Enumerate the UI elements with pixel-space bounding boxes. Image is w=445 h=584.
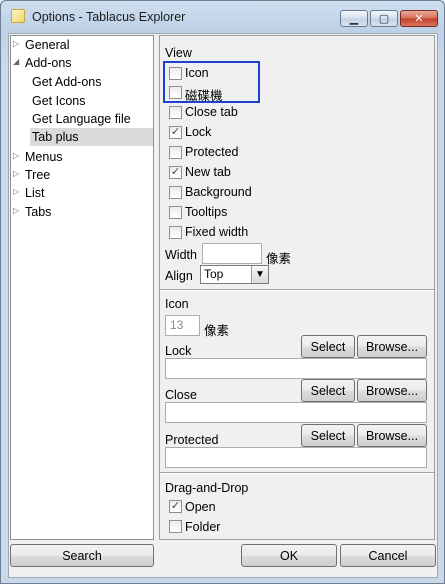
drag-drop-heading: Drag-and-Drop [165,481,249,495]
fixed-width-checkbox[interactable] [169,226,182,239]
protected-option-label: Protected [185,145,239,159]
icon-size-input[interactable]: 13 [165,315,200,336]
checkmark-icon: ✓ [170,500,181,512]
protected-icon-label: Protected [165,433,219,447]
drive-option-label: 磁碟機 [185,89,223,103]
icon-checkbox[interactable] [169,67,182,80]
tooltips-label: Tooltips [185,205,228,219]
expand-arrow-icon[interactable]: ▷ [13,206,19,215]
minimize-icon: ▁ [349,13,359,25]
icon-size-unit: 像素 [204,324,230,338]
window-title: Options - Tablacus Explorer [32,10,186,24]
client-area: ▷ General ◢ Add-ons Get Add-ons Get Icon… [8,33,438,578]
title-bar[interactable]: Options - Tablacus Explorer ▁ ▢ ✕ [1,1,444,31]
open-checkbox[interactable]: ✓ [169,500,182,513]
icon-option-label: Icon [185,66,209,80]
checkmark-icon: ✓ [170,166,181,178]
close-tab-label: Close tab [185,105,238,119]
search-button[interactable]: Search [10,544,154,567]
maximize-icon: ▢ [378,13,390,25]
fixed-width-label: Fixed width [185,225,249,239]
checkmark-icon: ✓ [170,126,181,138]
ok-button[interactable]: OK [241,544,337,567]
close-icon-label: Close [165,388,197,402]
app-icon [11,9,25,23]
maximize-button[interactable]: ▢ [370,10,398,27]
lock-select-button[interactable]: Select [301,335,355,358]
align-value: Top [204,267,224,281]
new-tab-checkbox[interactable]: ✓ [169,166,182,179]
open-label: Open [185,500,216,514]
lock-checkbox[interactable]: ✓ [169,126,182,139]
width-unit: 像素 [266,252,292,266]
section-divider [160,472,434,474]
tree-item-add-ons[interactable]: Add-ons [25,54,72,72]
tree-item-tabs[interactable]: Tabs [25,203,51,221]
protected-browse-button[interactable]: Browse... [357,424,427,447]
close-button[interactable]: ✕ [400,10,438,27]
tooltips-checkbox[interactable] [169,206,182,219]
tree-item-get-add-ons[interactable]: Get Add-ons [32,73,102,91]
background-checkbox[interactable] [169,186,182,199]
tree-item-get-language-file[interactable]: Get Language file [32,110,131,128]
background-label: Background [185,185,252,199]
options-tree[interactable]: ▷ General ◢ Add-ons Get Add-ons Get Icon… [10,35,154,540]
close-icon-path-input[interactable] [165,402,427,423]
expand-arrow-icon[interactable]: ▷ [13,187,19,196]
lock-browse-button[interactable]: Browse... [357,335,427,358]
folder-label: Folder [185,520,221,534]
settings-panel: View Icon 磁碟機 Close tab ✓ Lock Protected… [159,35,435,540]
section-divider [160,289,434,291]
tree-item-tab-plus[interactable]: Tab plus [30,128,153,146]
tree-item-list[interactable]: List [25,184,44,202]
protected-select-button[interactable]: Select [301,424,355,447]
folder-checkbox[interactable] [169,520,182,533]
cancel-button[interactable]: Cancel [340,544,436,567]
options-window: Options - Tablacus Explorer ▁ ▢ ✕ ▷ Gene… [0,0,445,584]
icon-section-heading: Icon [165,297,189,311]
expand-arrow-icon[interactable]: ▷ [13,151,19,160]
lock-option-label: Lock [185,125,212,139]
close-browse-button[interactable]: Browse... [357,379,427,402]
close-icon: ✕ [414,13,424,25]
tree-item-general[interactable]: General [25,36,69,54]
width-label: Width [165,248,197,262]
collapse-arrow-icon[interactable]: ◢ [13,57,19,66]
tree-item-tree[interactable]: Tree [25,166,50,184]
close-select-button[interactable]: Select [301,379,355,402]
minimize-button[interactable]: ▁ [340,10,368,27]
chevron-down-icon: ▼ [251,266,268,283]
tree-item-menus[interactable]: Menus [25,148,63,166]
drive-checkbox[interactable] [169,86,182,99]
new-tab-label: New tab [185,165,231,179]
expand-arrow-icon[interactable]: ▷ [13,39,19,48]
align-select[interactable]: Top ▼ [200,265,269,284]
protected-checkbox[interactable] [169,146,182,159]
align-label: Align [165,269,193,283]
expand-arrow-icon[interactable]: ▷ [13,169,19,178]
view-heading: View [165,46,192,60]
lock-icon-path-input[interactable] [165,358,427,379]
tree-item-get-icons[interactable]: Get Icons [32,92,86,110]
width-input[interactable] [202,243,262,264]
lock-icon-label: Lock [165,344,192,358]
protected-icon-path-input[interactable] [165,447,427,468]
close-tab-checkbox[interactable] [169,106,182,119]
